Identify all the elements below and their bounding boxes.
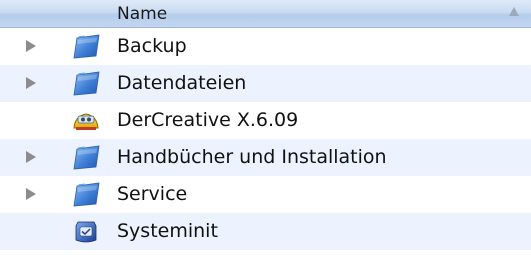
- column-header-label: Name: [117, 4, 168, 24]
- list-item-dercreative[interactable]: DerCreative X.6.09: [0, 102, 531, 139]
- list-item-datendateien[interactable]: Datendateien: [0, 65, 531, 102]
- app-icon: [72, 108, 100, 133]
- list-item-service[interactable]: Service: [0, 176, 531, 213]
- disclosure-triangle-icon[interactable]: [26, 40, 36, 52]
- folder-icon: [72, 71, 100, 96]
- item-name: Service: [117, 183, 188, 205]
- item-name: DerCreative X.6.09: [117, 109, 299, 131]
- item-name: Datendateien: [117, 72, 247, 94]
- folder-icon: [72, 145, 100, 170]
- item-name: Backup: [117, 35, 187, 57]
- list-item-backup[interactable]: Backup: [0, 28, 531, 65]
- file-list-view: Name Backup Datendateien DerCreative X.6…: [0, 0, 531, 255]
- folder-icon: [72, 34, 100, 59]
- disclosure-triangle-icon[interactable]: [26, 77, 36, 89]
- disclosure-triangle-icon[interactable]: [26, 151, 36, 163]
- column-header-name[interactable]: Name: [0, 0, 531, 28]
- list-item-systeminit[interactable]: Systeminit: [0, 213, 531, 250]
- app-icon: [72, 219, 100, 244]
- sort-ascending-icon: [509, 7, 519, 16]
- disclosure-triangle-icon[interactable]: [26, 188, 36, 200]
- list-item-handbuecher[interactable]: Handbücher und Installation: [0, 139, 531, 176]
- folder-icon: [72, 182, 100, 207]
- item-name: Handbücher und Installation: [117, 146, 387, 168]
- item-name: Systeminit: [117, 220, 218, 242]
